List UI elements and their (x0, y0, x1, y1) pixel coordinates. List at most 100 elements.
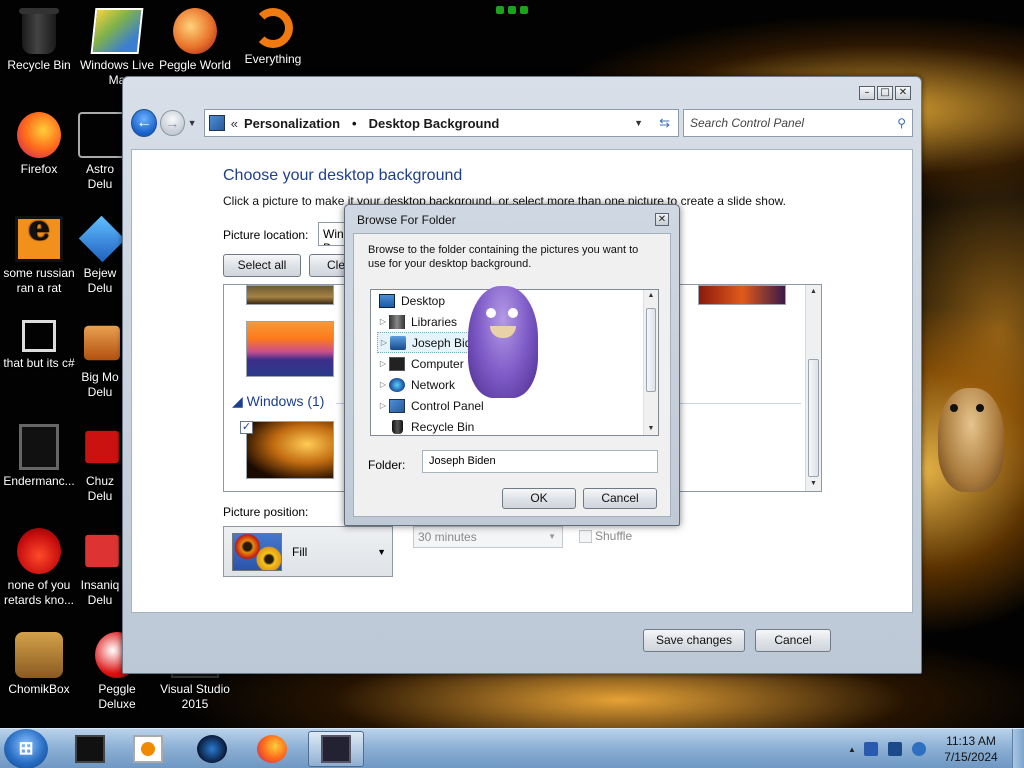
tree-item-recycle-bin[interactable]: Recycle Bin (389, 416, 475, 435)
bonzi-buddy-mascot[interactable] (468, 286, 538, 398)
red-app-icon (17, 528, 61, 574)
folder-input[interactable]: Joseph Biden (422, 450, 658, 473)
hamster-mascot[interactable] (938, 388, 1004, 492)
tray-app-icon[interactable] (864, 742, 878, 756)
scroll-thumb[interactable] (808, 359, 819, 477)
desktop-icon-endermanch[interactable]: Endermanc... (0, 424, 78, 489)
scroll-thumb[interactable] (646, 308, 656, 392)
taskbar-app-firefox[interactable] (244, 731, 300, 767)
desktop-icon-chuzzle[interactable]: Chuz Delu (78, 424, 122, 504)
taskbar-app-control-panel[interactable] (308, 731, 364, 767)
tree-item-label: Computer (411, 356, 464, 371)
gallery-scrollbar[interactable]: ▲ ▼ (805, 285, 821, 491)
desktop-icon-big-money[interactable]: Big Mo Delu (78, 320, 122, 400)
scroll-up-icon[interactable]: ▲ (806, 285, 821, 299)
wallpaper-thumbnail[interactable] (698, 285, 786, 305)
desktop-icon-peggle-world[interactable]: Peggle World (156, 8, 234, 73)
clock-date: 7/15/2024 (944, 750, 998, 764)
recent-pages-dropdown-icon[interactable]: ▼ (187, 118, 198, 128)
save-changes-button[interactable]: Save changes (643, 629, 745, 652)
clock-time: 11:13 AM (946, 734, 996, 748)
desktop-icon-label: Peggle World (159, 58, 231, 72)
expand-arrow-icon[interactable]: ▷ (378, 338, 390, 347)
desktop-icon-label: Firefox (20, 162, 58, 176)
checkbox-checked-icon[interactable]: ✓ (240, 421, 253, 434)
tree-item-label: Control Panel (411, 398, 484, 413)
picture-position-label: Picture position: (223, 505, 309, 519)
desktop-icon-bejeweled[interactable]: Bejew Delu (78, 216, 122, 296)
endermanch-icon (19, 424, 59, 470)
group-title[interactable]: ◢ Windows (1) (232, 393, 324, 410)
address-dropdown-icon[interactable]: ▼ (634, 118, 643, 128)
close-icon[interactable]: ✕ (655, 213, 669, 226)
back-arrow-icon[interactable]: ← (131, 109, 158, 137)
forward-arrow-icon[interactable]: → (160, 110, 185, 136)
search-placeholder: Search Control Panel (689, 116, 805, 130)
desktop-icon-chomikbox[interactable]: ChomikBox (0, 632, 78, 697)
taskbar-app-media-player[interactable] (120, 731, 176, 767)
tree-item-network[interactable]: ▷ Network (377, 374, 455, 395)
expand-arrow-icon[interactable]: ▷ (377, 359, 389, 368)
desktop-icon-label: Insaniq Delu (80, 578, 120, 607)
select-all-button[interactable]: Select all (223, 254, 301, 277)
expand-arrow-icon[interactable]: ▷ (377, 380, 389, 389)
cancel-button[interactable]: Cancel (755, 629, 831, 652)
desktop-icon-insaniquarium[interactable]: Insaniq Delu (78, 528, 122, 608)
picture-position-value: Fill (292, 544, 308, 559)
breadcrumb-overflow-icon[interactable]: « (231, 116, 238, 131)
show-hidden-icons-icon[interactable]: ▲ (846, 745, 858, 754)
breadcrumb-desktop-background[interactable]: Desktop Background (369, 116, 500, 131)
scroll-down-icon[interactable]: ▼ (806, 477, 821, 491)
close-icon[interactable]: ✕ (895, 86, 911, 100)
breadcrumb-personalization[interactable]: Personalization (244, 116, 340, 131)
show-desktop-button[interactable] (1012, 729, 1024, 768)
shuffle-label: Shuffle (595, 529, 633, 543)
chuzzle-icon (85, 430, 119, 464)
start-button[interactable]: ⊞ (4, 729, 48, 768)
desktop-icon-recycle-bin[interactable]: Recycle Bin (0, 8, 78, 73)
minimize-icon[interactable]: – (859, 86, 875, 100)
tree-item-desktop[interactable]: Desktop (379, 290, 445, 311)
expand-arrow-icon[interactable]: ▷ (377, 401, 389, 410)
maximize-icon[interactable]: □ (877, 86, 893, 100)
taskbar-app-explorer[interactable] (62, 731, 118, 767)
bejeweled-icon (78, 216, 122, 263)
tree-item-computer[interactable]: ▷ Computer (377, 353, 464, 374)
wallpaper-thumbnail[interactable] (246, 285, 334, 305)
tree-item-libraries[interactable]: ▷ Libraries (377, 311, 457, 332)
tree-item-label: Recycle Bin (411, 419, 475, 434)
tree-item-control-panel[interactable]: ▷ Control Panel (377, 395, 484, 416)
search-input[interactable]: Search Control Panel ⚲ (682, 109, 913, 137)
address-bar[interactable]: « Personalization • Desktop Background ▼… (203, 109, 679, 137)
tree-scrollbar[interactable]: ▲ ▼ (643, 290, 658, 435)
desktop-icon-label: Visual Studio 2015 (160, 682, 230, 711)
clock[interactable]: 11:13 AM 7/15/2024 (936, 733, 1006, 765)
desktop-icon-astro[interactable]: Astro Delu (78, 112, 122, 192)
scroll-up-icon[interactable]: ▲ (644, 290, 658, 302)
desktop-icon-label: that but its c# (3, 356, 75, 370)
navigation-bar: ← → ▼ « Personalization • Desktop Backgr… (131, 103, 913, 143)
desktop-icon-csharp[interactable]: that but its c# (0, 320, 78, 371)
folder-icon (75, 735, 105, 763)
scroll-down-icon[interactable]: ▼ (644, 423, 658, 435)
media-player-icon (133, 735, 163, 763)
expand-arrow-icon[interactable]: ▷ (377, 317, 389, 326)
collapse-icon[interactable]: ◢ (232, 393, 247, 409)
desktop-icon-firefox[interactable]: Firefox (0, 112, 78, 177)
picture-position-select[interactable]: Fill ▼ (223, 526, 393, 577)
network-status-icon[interactable] (888, 742, 902, 756)
search-icon[interactable]: ⚲ (897, 116, 906, 130)
chevron-down-icon: ▼ (377, 546, 386, 557)
big-money-icon (84, 325, 120, 361)
desktop-icon-none-of-you[interactable]: none of you retards kno... (0, 528, 78, 608)
volume-icon[interactable] (912, 742, 926, 756)
wallpaper-thumbnail-selected[interactable] (246, 421, 334, 479)
desktop-icon-russian-rat[interactable]: some russian ran a rat (0, 216, 78, 296)
dialog-cancel-button[interactable]: Cancel (583, 488, 657, 509)
wallpaper-thumbnail[interactable] (246, 321, 334, 377)
folder-label: Folder: (368, 458, 406, 472)
ok-button[interactable]: OK (502, 488, 576, 509)
refresh-icon[interactable]: ⇆ (659, 115, 670, 131)
taskbar-app-globe[interactable] (184, 731, 240, 767)
desktop-icon-everything[interactable]: Everything (234, 8, 312, 67)
